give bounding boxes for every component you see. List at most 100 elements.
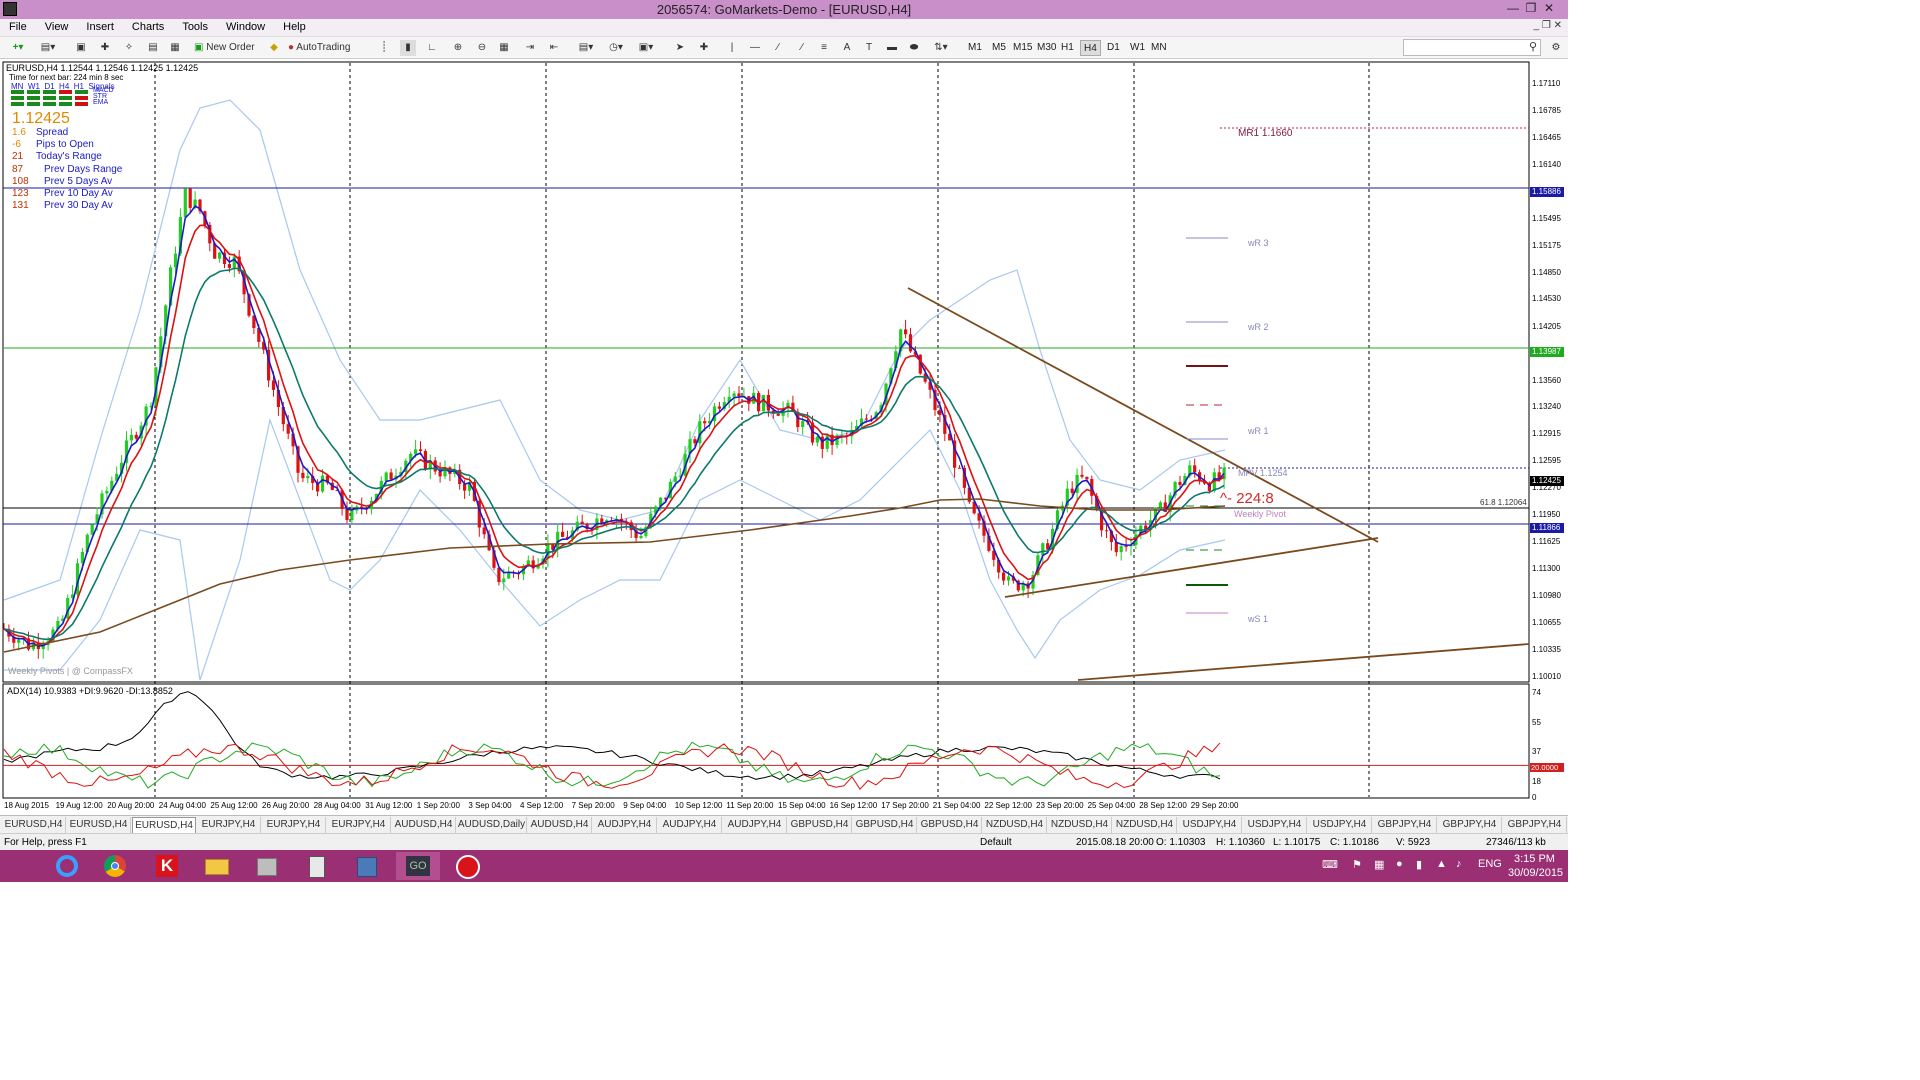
tf-w1[interactable]: W1 — [1130, 40, 1145, 56]
zoom-in-icon[interactable]: ⊕ — [450, 40, 466, 56]
language-indicator[interactable]: ENG — [1478, 858, 1502, 870]
strategy-tester-icon[interactable]: ▦ — [166, 40, 184, 56]
chart-tab[interactable]: EURJPY,H4 — [327, 817, 391, 833]
indicators-icon[interactable]: ▤▾ — [574, 40, 598, 56]
file-explorer-icon[interactable] — [196, 852, 240, 880]
menu-insert[interactable]: Insert — [77, 19, 123, 33]
trendline-icon[interactable]: ∕ — [770, 40, 786, 56]
menu-tools[interactable]: Tools — [173, 19, 217, 33]
ellipse-icon[interactable]: ⬬ — [906, 40, 922, 56]
menu-file[interactable]: File — [0, 19, 36, 33]
chart-tab[interactable]: AUDUSD,H4 — [392, 817, 456, 833]
chart-tab[interactable]: AUDUSD,H4 — [528, 817, 592, 833]
taskbar-date[interactable]: 30/09/2015 — [1508, 867, 1563, 879]
restore-icon[interactable]: ❐ — [1522, 1, 1540, 15]
tf-mn[interactable]: MN — [1151, 40, 1167, 56]
tf-m1[interactable]: M1 — [968, 40, 982, 56]
fibonacci-icon[interactable]: ≡ — [816, 40, 832, 56]
menu-charts[interactable]: Charts — [123, 19, 173, 33]
cursor-icon[interactable]: ➤ — [672, 40, 688, 56]
text-icon[interactable]: A — [840, 40, 854, 56]
price-chart[interactable] — [0, 60, 1568, 815]
chart-tab[interactable]: NZDUSD,H4 — [1048, 817, 1112, 833]
chart-tab[interactable]: AUDUSD,Daily — [457, 817, 527, 833]
windows-icon[interactable]: ▦ — [1374, 858, 1384, 871]
chart-tab[interactable]: AUDJPY,H4 — [658, 817, 722, 833]
line-chart-icon[interactable]: ∟ — [424, 40, 440, 56]
notification-flag-icon[interactable]: ⚑ — [1352, 858, 1362, 871]
kaspersky-icon[interactable]: K — [146, 852, 190, 880]
text-label-icon[interactable]: T — [862, 40, 876, 56]
chart-tab[interactable]: GBPJPY,H4 — [1438, 817, 1502, 833]
chart-tab[interactable]: NZDUSD,H4 — [983, 817, 1047, 833]
chart-tab[interactable]: EURJPY,H4 — [262, 817, 326, 833]
tiles-app-icon[interactable] — [246, 852, 290, 880]
taskbar-time[interactable]: 3:15 PM — [1514, 853, 1555, 865]
vertical-line-icon[interactable]: | — [726, 40, 738, 56]
settings-icon[interactable]: ⚙ — [1548, 40, 1564, 56]
start-icon[interactable] — [0, 852, 44, 880]
volume-icon[interactable]: ♪ — [1456, 858, 1462, 870]
metaeditor-icon[interactable]: ◆ — [266, 40, 282, 56]
chart-tab[interactable]: USDJPY,H4 — [1178, 817, 1242, 833]
crosshair-icon[interactable]: ✚ — [696, 40, 712, 56]
chart-tab[interactable]: USDJPY,H4 — [1243, 817, 1307, 833]
arrows-icon[interactable]: ⇅▾ — [930, 40, 952, 56]
periods-icon[interactable]: ◷▾ — [604, 40, 628, 56]
chart-tab[interactable]: EURUSD,H4 — [67, 817, 131, 833]
chart-tab[interactable]: GBPJPY,H4 — [1503, 817, 1567, 833]
zoom-out-icon[interactable]: ⊖ — [474, 40, 490, 56]
tf-h4[interactable]: H4 — [1080, 40, 1101, 56]
tf-m30[interactable]: M30 — [1037, 40, 1056, 56]
battery-icon[interactable]: ▮ — [1416, 858, 1422, 871]
profiles-icon[interactable]: ▤▾ — [36, 40, 60, 56]
navigator-icon[interactable]: ✧ — [120, 40, 138, 56]
minimize-icon[interactable]: — — [1504, 1, 1522, 15]
keyboard-icon[interactable]: ⌨ — [1322, 858, 1338, 871]
chart-app-icon[interactable] — [446, 852, 490, 880]
rectangle-icon[interactable]: ▬ — [884, 40, 900, 56]
mdi-controls[interactable]: _ ❐ ✕ — [1534, 20, 1562, 31]
menu-view[interactable]: View — [36, 19, 78, 33]
chart-tab[interactable]: EURUSD,H4 — [132, 817, 196, 833]
channel-icon[interactable]: ∕ — [794, 40, 810, 56]
chart-tab[interactable]: GBPUSD,H4 — [853, 817, 917, 833]
terminal-icon[interactable]: ▤ — [144, 40, 162, 56]
market-watch-icon[interactable]: ▣ — [72, 40, 90, 56]
chart-tab[interactable]: USDJPY,H4 — [1308, 817, 1372, 833]
tf-d1[interactable]: D1 — [1107, 40, 1120, 56]
chart-tab[interactable]: GBPJPY,H4 — [1373, 817, 1437, 833]
tf-m15[interactable]: M15 — [1013, 40, 1032, 56]
bar-chart-icon[interactable]: ┊ — [376, 40, 392, 56]
chart-tab[interactable]: EURJPY,H4 — [197, 817, 261, 833]
chart-tab[interactable]: AUDJPY,H4 — [593, 817, 657, 833]
menu-window[interactable]: Window — [217, 19, 274, 33]
tf-m5[interactable]: M5 — [992, 40, 1006, 56]
network-app-icon[interactable] — [346, 852, 390, 880]
autotrading-button[interactable]: ● AutoTrading — [288, 40, 364, 56]
chart-tab[interactable]: GBPUSD,H4 — [788, 817, 852, 833]
internet-explorer-icon[interactable] — [46, 852, 90, 880]
chart-tab[interactable]: AUDJPY,H4 — [723, 817, 787, 833]
chart-window[interactable]: EURUSD,H4 1.12544 1.12546 1.12425 1.1242… — [0, 60, 1568, 815]
close-icon[interactable]: ✕ — [1540, 1, 1558, 15]
chart-tab[interactable]: NZDUSD,H4 — [1113, 817, 1177, 833]
data-window-icon[interactable]: ✚ — [96, 40, 114, 56]
chart-tab[interactable]: GBPUSD,H4 — [918, 817, 982, 833]
metatrader-taskbar-icon[interactable]: GO — [396, 852, 440, 880]
horizontal-line-icon[interactable]: — — [748, 40, 762, 56]
new-chart-icon[interactable]: +▾ — [6, 40, 30, 56]
new-order-button[interactable]: ▣ New Order — [194, 40, 262, 56]
autoscroll-icon[interactable]: ⇤ — [546, 40, 562, 56]
search-input[interactable]: ⚲ — [1403, 39, 1541, 56]
tray-app-icon[interactable]: ● — [1396, 858, 1403, 870]
candlestick-icon[interactable]: ▮ — [400, 40, 416, 56]
chart-shift-icon[interactable]: ⇥ — [522, 40, 538, 56]
tile-windows-icon[interactable]: ▦ — [496, 40, 512, 56]
menu-help[interactable]: Help — [274, 19, 315, 33]
templates-icon[interactable]: ▣▾ — [634, 40, 658, 56]
chrome-icon[interactable] — [94, 852, 138, 880]
network-icon[interactable]: ▲ — [1436, 858, 1447, 870]
calculator-icon[interactable] — [296, 852, 340, 880]
tf-h1[interactable]: H1 — [1061, 40, 1074, 56]
